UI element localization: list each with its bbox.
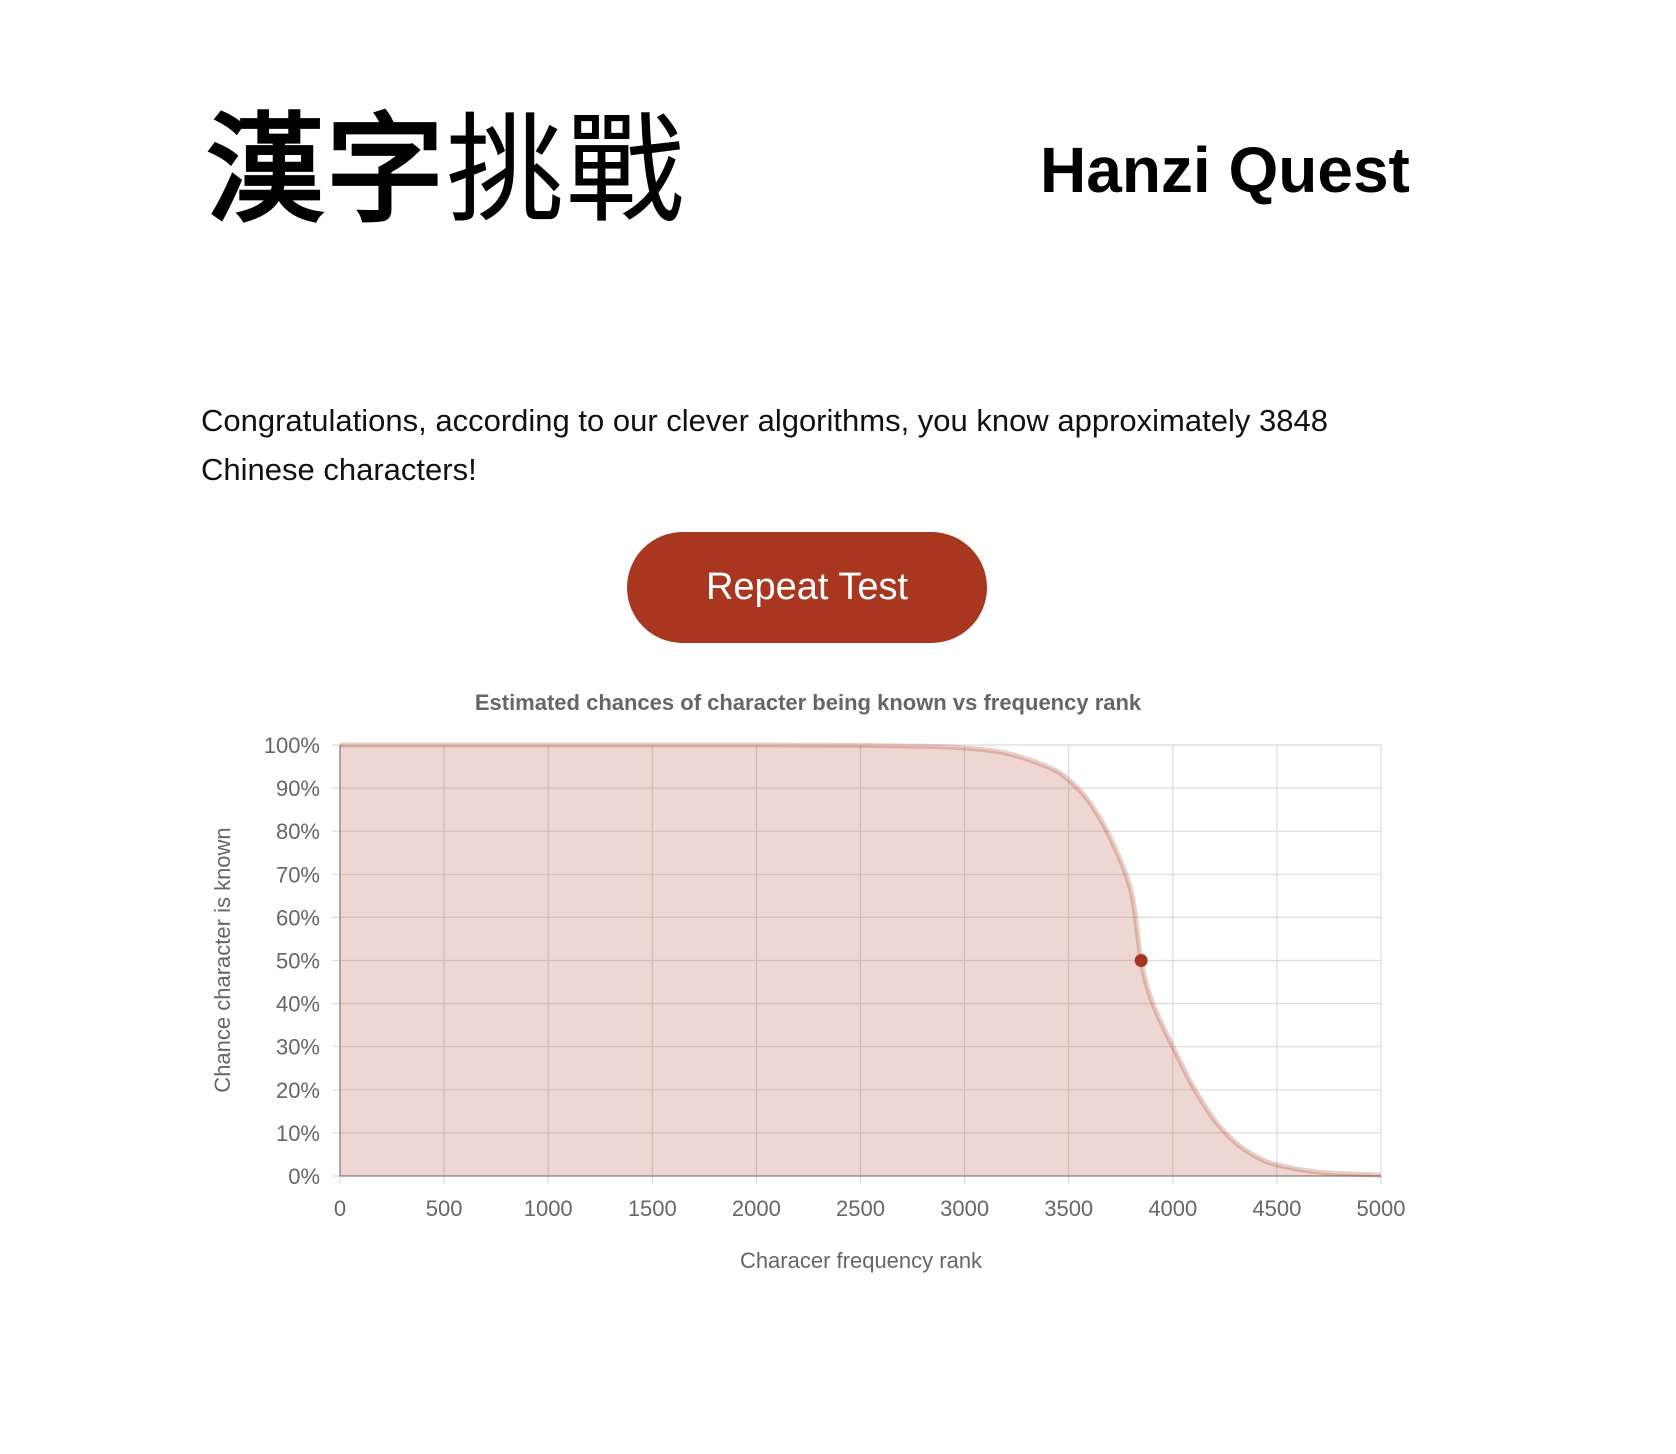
logo-char-zhan: 戰 (566, 101, 687, 239)
x-axis-label: Characer frequency rank (740, 1248, 983, 1273)
y-ticks: 0% 10% 20% 30% 40% 50% 60% 70% 80% 90% 100% (264, 733, 320, 1189)
logo-char-zi: 字 (326, 100, 447, 239)
y-axis-label: Chance character is known (210, 827, 235, 1092)
y-tick-label: 90% (276, 776, 320, 801)
y-tick-label: 80% (276, 819, 320, 844)
y-tick-label: 60% (276, 905, 320, 930)
y-tick-label: 0% (288, 1164, 320, 1189)
site-logo: 漢字挑戰 (206, 100, 686, 240)
x-tick-label: 2000 (732, 1196, 781, 1221)
x-tick-label: 0 (334, 1196, 346, 1221)
repeat-test-button[interactable]: Repeat Test (627, 532, 987, 643)
x-tick-label: 2500 (836, 1196, 885, 1221)
x-tick-label: 3000 (940, 1196, 989, 1221)
x-tick-label: 3500 (1044, 1196, 1093, 1221)
logo-char-han: 漢 (206, 100, 327, 239)
x-tick-label: 4500 (1252, 1196, 1301, 1221)
y-tick-label: 20% (276, 1078, 320, 1103)
estimate-marker-point (1134, 954, 1148, 967)
x-tick-label: 1000 (524, 1196, 573, 1221)
x-tick-label: 5000 (1357, 1196, 1406, 1221)
logo-char-tiao: 挑 (446, 101, 567, 239)
x-ticks: 0 500 1000 1500 2000 2500 3000 3500 4000 4500 5000 (334, 1196, 1406, 1221)
site-title: Hanzi Quest (1040, 134, 1410, 206)
y-tick-label: 100% (264, 733, 320, 758)
x-tick-label: 1500 (628, 1196, 677, 1221)
x-tick-label: 500 (426, 1196, 463, 1221)
x-tick-label: 4000 (1148, 1196, 1197, 1221)
y-tick-label: 40% (276, 992, 320, 1017)
y-tick-label: 10% (276, 1121, 320, 1146)
known-chance-chart: Estimated chances of character being kno… (210, 690, 1406, 1273)
y-tick-label: 70% (276, 862, 320, 887)
result-message: Congratulations, according to our clever… (201, 403, 1328, 487)
y-tick-label: 50% (276, 949, 320, 974)
chart-title: Estimated chances of character being kno… (475, 690, 1142, 715)
y-tick-label: 30% (276, 1035, 320, 1060)
